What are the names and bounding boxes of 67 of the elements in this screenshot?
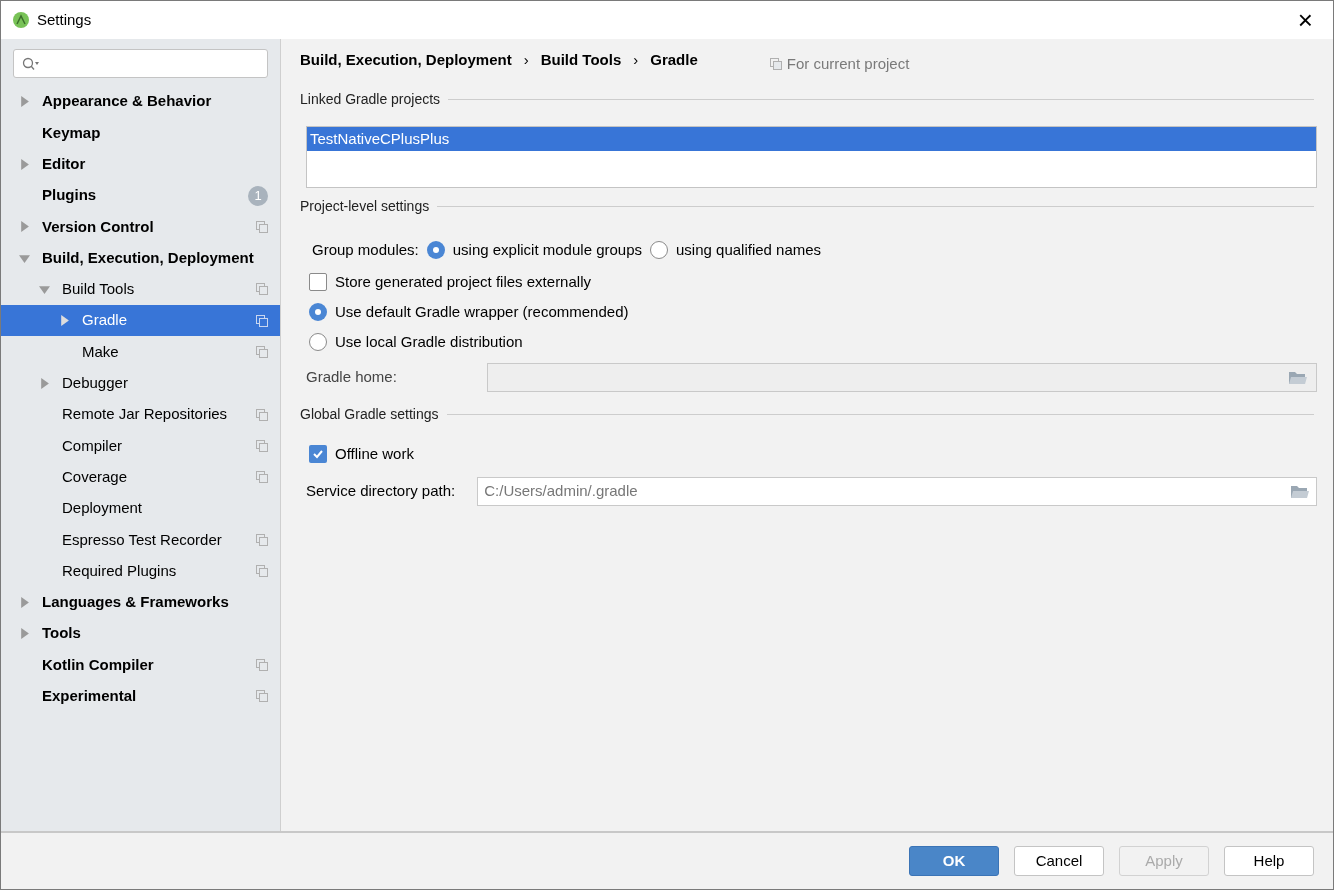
radio-label[interactable]: using qualified names <box>676 238 822 262</box>
tree-item[interactable]: Debugger <box>1 367 280 399</box>
tree-item[interactable]: Experimental <box>1 680 280 712</box>
tree-item[interactable]: Plugins 1 <box>1 179 280 212</box>
caret-right-icon[interactable] <box>19 158 30 170</box>
close-button[interactable]: × <box>1289 7 1321 33</box>
tree-item[interactable]: Build Tools <box>1 273 280 306</box>
option-label[interactable]: Offline work <box>335 442 414 466</box>
section-title: Linked Gradle projects <box>300 90 441 109</box>
section-title: Project-level settings <box>300 197 430 216</box>
radio-label[interactable]: using explicit module groups <box>452 238 642 262</box>
caret-right-icon[interactable] <box>19 221 30 233</box>
tree-item[interactable]: Gradle <box>1 305 280 337</box>
field-label: Group modules: <box>312 239 419 260</box>
radio-button[interactable] <box>650 241 668 259</box>
checkbox[interactable] <box>309 445 327 463</box>
tree-item[interactable]: Compiler <box>1 430 280 462</box>
option-label[interactable]: Store generated project files externally <box>335 270 591 294</box>
radio-button[interactable] <box>309 303 327 321</box>
caret-down-icon[interactable] <box>39 283 50 295</box>
breadcrumb-item[interactable]: Gradle <box>650 48 698 72</box>
caret-right-icon[interactable] <box>19 96 30 108</box>
field-label: Service directory path: <box>306 481 456 502</box>
tree-item[interactable]: Appearance & Behavior <box>1 86 280 118</box>
radio-button[interactable] <box>426 241 445 259</box>
breadcrumb-item[interactable]: Build Tools <box>540 48 622 72</box>
tree-item[interactable]: Required Plugins <box>1 555 280 587</box>
tree-item[interactable]: Tools <box>1 618 280 650</box>
section-title: Global Gradle settings <box>300 405 439 424</box>
tree-item[interactable]: Remote Jar Repositories <box>1 398 280 431</box>
caret-right-icon[interactable] <box>39 377 50 389</box>
folder-icon[interactable] <box>1290 483 1310 500</box>
tree-item[interactable]: Version Control <box>1 211 280 243</box>
search-icon <box>22 56 40 71</box>
tree-item[interactable]: Espresso Test Recorder <box>1 524 280 556</box>
dialog-button[interactable]: OK <box>909 846 999 876</box>
list-item[interactable]: TestNativeCPlusPlus <box>307 127 1316 151</box>
tree-item[interactable]: Editor <box>1 148 280 180</box>
checkbox[interactable] <box>309 273 327 291</box>
option-label[interactable]: Use default Gradle wrapper (recommended) <box>335 300 629 324</box>
caret-right-icon[interactable] <box>59 315 70 327</box>
dialog-button[interactable]: Help <box>1224 846 1314 876</box>
tree-item[interactable]: Build, Execution, Deployment <box>1 242 280 274</box>
tree-item[interactable]: Coverage <box>1 461 280 493</box>
dialog-button[interactable]: Cancel <box>1014 846 1104 876</box>
caret-right-icon[interactable] <box>19 628 30 640</box>
service-directory-field[interactable]: C:/Users/admin/.gradle <box>477 477 1317 506</box>
breadcrumb-item[interactable]: Build, Execution, Deployment <box>300 48 512 72</box>
window-title: Settings <box>37 9 93 30</box>
field-label: Gradle home: <box>306 367 398 388</box>
copy-icon <box>769 58 782 70</box>
breadcrumb-separator: › <box>633 49 639 70</box>
scope-label: For current project <box>786 53 910 74</box>
tree-item[interactable]: Languages & Frameworks <box>1 586 280 619</box>
app-logo-icon <box>13 12 29 28</box>
tree-item[interactable]: Keymap <box>1 117 280 149</box>
radio-button[interactable] <box>309 333 327 351</box>
tree-item[interactable]: Deployment <box>1 492 280 525</box>
caret-right-icon[interactable] <box>19 596 30 608</box>
checkmark-icon <box>312 448 324 460</box>
tree-item[interactable]: Make <box>1 336 280 368</box>
tree-item[interactable]: Kotlin Compiler <box>1 649 280 681</box>
option-label[interactable]: Use local Gradle distribution <box>335 330 523 354</box>
count-badge: 1 <box>248 185 268 206</box>
search-field[interactable] <box>13 49 268 78</box>
caret-down-icon[interactable] <box>19 252 30 264</box>
breadcrumb-separator: › <box>523 49 529 70</box>
